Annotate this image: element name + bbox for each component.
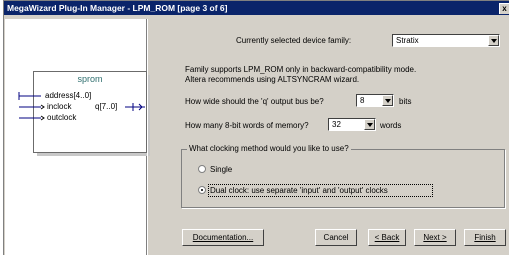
clocking-group: [181, 149, 505, 208]
radio-dual-clock[interactable]: [198, 186, 206, 194]
next-button[interactable]: Next >: [414, 229, 456, 246]
words-select[interactable]: 32: [328, 118, 376, 131]
q-width-value: 8: [360, 96, 365, 105]
pin-outclock: outclock: [47, 113, 77, 122]
clocking-group-title: What clocking method would you like to u…: [187, 144, 351, 153]
documentation-button[interactable]: Documentation...: [182, 229, 264, 246]
pin-address: address[4..0]: [45, 91, 92, 100]
pin-q: q[7..0]: [95, 102, 118, 111]
pin-inclock: inclock: [47, 102, 72, 111]
symbol-preview-pane: sprom address[4..0] inclock outclock q[7…: [5, 19, 150, 255]
notice-line-1: Family supports LPM_ROM only in backward…: [185, 65, 417, 74]
chevron-down-icon[interactable]: [364, 119, 375, 130]
chevron-down-icon[interactable]: [488, 35, 499, 46]
radio-dual-clock-label[interactable]: Dual clock: use separate 'input' and 'ou…: [210, 186, 388, 195]
radio-single-label[interactable]: Single: [210, 165, 232, 174]
back-button[interactable]: < Back: [368, 229, 406, 246]
documentation-label: Documentation...: [192, 233, 254, 242]
words-unit: words: [380, 121, 402, 130]
close-icon[interactable]: x: [499, 3, 509, 14]
wizard-window: MegaWizard Plug-In Manager - LPM_ROM [pa…: [3, 0, 509, 255]
words-label: How many 8-bit words of memory?: [185, 121, 309, 130]
chevron-down-icon[interactable]: [382, 95, 393, 106]
words-value: 32: [332, 120, 341, 129]
pane-divider: [147, 19, 148, 255]
q-width-label: How wide should the 'q' output bus be?: [185, 97, 324, 106]
q-width-select[interactable]: 8: [356, 94, 394, 107]
q-width-unit: bits: [399, 97, 412, 106]
title-bar: MegaWizard Plug-In Manager - LPM_ROM [pa…: [4, 1, 509, 15]
device-family-select[interactable]: Stratix: [392, 34, 500, 47]
notice-line-2: Altera recommends using ALTSYNCRAM wizar…: [185, 75, 360, 84]
finish-button[interactable]: Finish: [464, 229, 506, 246]
radio-single[interactable]: [198, 165, 206, 173]
finish-label: Finish: [474, 233, 496, 242]
window-title: MegaWizard Plug-In Manager - LPM_ROM [pa…: [7, 3, 228, 13]
symbol-wires: [18, 92, 145, 121]
cancel-button[interactable]: Cancel: [315, 229, 357, 246]
next-label: Next >: [423, 233, 447, 242]
device-family-value: Stratix: [396, 36, 419, 45]
device-family-label: Currently selected device family:: [236, 36, 352, 45]
back-label: < Back: [374, 233, 400, 242]
